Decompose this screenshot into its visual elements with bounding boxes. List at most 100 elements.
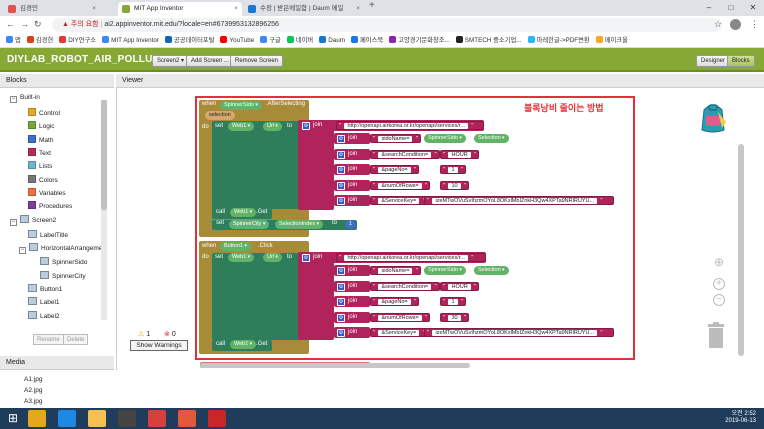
bookmark-item[interactable]: 김경현 bbox=[26, 34, 54, 47]
component-node[interactable]: Label2 bbox=[28, 311, 60, 320]
bookmark-label: 김경현 bbox=[35, 37, 54, 44]
builtin-logic[interactable]: Logic bbox=[28, 121, 55, 130]
bookmark-item[interactable]: YouTube bbox=[220, 34, 254, 47]
new-tab-icon[interactable]: + bbox=[369, 0, 375, 11]
builtin-colors[interactable]: Colors bbox=[28, 174, 58, 184]
bookmark-item[interactable]: MIT App Inventor bbox=[102, 34, 159, 47]
zoom-in-icon[interactable]: + bbox=[713, 278, 725, 290]
browser-tab[interactable]: 수정 | 받은메일함 | Daum 메일 × bbox=[244, 2, 364, 16]
bookmark-item[interactable]: 네이버 bbox=[286, 34, 313, 47]
bookmark-item[interactable]: 메이크올 bbox=[595, 34, 628, 47]
star-icon[interactable]: ☆ bbox=[714, 19, 722, 30]
component-node[interactable]: SpinnerSido bbox=[40, 257, 87, 266]
recenter-icon[interactable]: ⊕ bbox=[713, 256, 725, 270]
menu-icon[interactable]: ⋮ bbox=[750, 19, 759, 30]
builtin-text[interactable]: Text bbox=[28, 147, 51, 157]
bookmark-item[interactable]: SMTECH 중소기업... bbox=[455, 34, 522, 47]
tab-label: MIT App Inventor bbox=[134, 5, 184, 12]
builtin-math[interactable]: Math bbox=[28, 134, 53, 144]
clock-date: 2019-06-13 bbox=[725, 418, 756, 424]
bookmark-item[interactable]: 공공데이터포털 bbox=[164, 34, 214, 47]
backpack-icon[interactable] bbox=[696, 98, 730, 134]
minimize-icon[interactable]: – bbox=[698, 0, 720, 16]
reload-icon[interactable]: ↻ bbox=[34, 19, 42, 30]
collapse-icon[interactable]: − bbox=[10, 96, 17, 103]
tree-label: Control bbox=[39, 110, 60, 117]
component-node[interactable]: Button1 bbox=[28, 284, 62, 293]
workspace-horizontal-scrollbar[interactable] bbox=[200, 363, 470, 368]
workspace-vertical-scrollbar[interactable] bbox=[738, 144, 744, 356]
bookmark-item[interactable]: 페이스북 bbox=[351, 34, 383, 47]
component-node[interactable]: Label1 bbox=[28, 297, 60, 306]
errors-indicator: ⊗ 0 bbox=[164, 330, 176, 338]
collapse-icon[interactable]: − bbox=[10, 219, 17, 226]
tree-node-screen[interactable]: − Screen2 bbox=[10, 215, 56, 226]
close-icon[interactable]: × bbox=[356, 2, 360, 16]
tree-label: LabelTitle bbox=[40, 232, 68, 239]
tree-scrollbar-thumb[interactable] bbox=[101, 100, 107, 210]
builtin-procedures[interactable]: Procedures bbox=[28, 201, 72, 210]
builtin-variables[interactable]: Variables bbox=[28, 187, 66, 197]
forward-icon[interactable]: → bbox=[20, 19, 29, 29]
bookmark-item[interactable]: 고양경기문화창조... bbox=[389, 34, 450, 47]
tab-favicon-icon bbox=[122, 5, 130, 13]
browser-tab[interactable]: 김경민 × bbox=[4, 2, 100, 16]
explorer-icon[interactable] bbox=[88, 410, 106, 427]
annotation-box bbox=[195, 96, 635, 360]
bookmark-label: 마레한글->PDF변환 bbox=[536, 37, 590, 44]
close-icon[interactable]: × bbox=[92, 2, 96, 16]
component-node[interactable]: − HorizontalArrangemen bbox=[19, 243, 106, 254]
ie-icon[interactable] bbox=[58, 410, 76, 427]
builtin-control[interactable]: Control bbox=[28, 108, 60, 117]
collapse-icon[interactable]: − bbox=[19, 247, 26, 254]
category-swatch-icon bbox=[28, 187, 36, 196]
bookmark-label: 고양경기문화창조... bbox=[398, 37, 450, 44]
rename-button[interactable]: Rename bbox=[33, 334, 64, 345]
zoom-out-icon[interactable]: − bbox=[713, 294, 725, 306]
component-node[interactable]: SpinnerCity bbox=[40, 271, 86, 280]
trash-icon[interactable] bbox=[707, 322, 725, 348]
bookmark-item[interactable]: 구글 bbox=[260, 34, 281, 47]
component-icon bbox=[28, 230, 37, 238]
media-file[interactable]: A3.jpg bbox=[24, 398, 42, 405]
tree-label: Label1 bbox=[40, 299, 60, 306]
back-icon[interactable]: ← bbox=[6, 19, 15, 29]
url-input[interactable]: ▲ 주의 요함 | ai2.appinventor.mit.edu/?local… bbox=[52, 18, 722, 32]
windows-start-icon[interactable]: ⊞ bbox=[4, 410, 22, 427]
app-icon[interactable] bbox=[208, 410, 226, 427]
bookmark-item[interactable]: 마레한글->PDF변환 bbox=[527, 34, 590, 47]
bookmark-label: 구글 bbox=[269, 37, 281, 44]
builtin-lists[interactable]: Lists bbox=[28, 161, 52, 170]
screen-select-value: Screen2 bbox=[157, 58, 180, 64]
browser-tab-active[interactable]: MIT App Inventor × bbox=[118, 2, 242, 16]
maximize-icon[interactable]: □ bbox=[720, 0, 742, 16]
blocks-button[interactable]: Blocks bbox=[727, 55, 755, 67]
bookmark-item[interactable]: 앱 bbox=[6, 34, 21, 47]
bookmark-item[interactable]: Daum bbox=[319, 34, 345, 47]
url-text: ai2.appinventor.mit.edu/?locale=en#67399… bbox=[104, 21, 279, 28]
close-icon[interactable]: × bbox=[234, 2, 238, 16]
delete-button[interactable]: Delete bbox=[63, 334, 89, 345]
app-icon[interactable] bbox=[178, 410, 196, 427]
media-file[interactable]: A2.jpg bbox=[24, 387, 42, 394]
avatar[interactable] bbox=[730, 19, 741, 30]
media-file[interactable]: A1.jpg bbox=[24, 376, 42, 383]
bookmark-label: 앱 bbox=[15, 37, 21, 44]
app-icon[interactable] bbox=[148, 410, 166, 427]
app-icon[interactable] bbox=[118, 410, 136, 427]
tab-label: 수정 | 받은메일함 | Daum 메일 bbox=[260, 5, 344, 12]
tree-node-builtin[interactable]: − Built-in bbox=[10, 94, 40, 103]
component-node[interactable]: LabelTitle bbox=[28, 230, 68, 239]
add-screen-button[interactable]: Add Screen ... bbox=[186, 55, 235, 67]
designer-button[interactable]: Designer bbox=[696, 55, 731, 67]
screen-select[interactable]: Screen2 ▾ bbox=[152, 55, 190, 67]
window-close-icon[interactable]: ✕ bbox=[742, 0, 764, 16]
bookmark-item[interactable]: DIY연구소 bbox=[59, 34, 96, 47]
tree-label: Button1 bbox=[40, 286, 63, 293]
show-warnings-button[interactable]: Show Warnings bbox=[130, 340, 188, 351]
warning-icon: ▲ bbox=[62, 21, 71, 28]
chrome-icon[interactable] bbox=[28, 410, 46, 427]
category-swatch-icon bbox=[28, 161, 36, 170]
remove-screen-button[interactable]: Remove Screen bbox=[230, 55, 284, 67]
component-icon bbox=[28, 311, 37, 319]
